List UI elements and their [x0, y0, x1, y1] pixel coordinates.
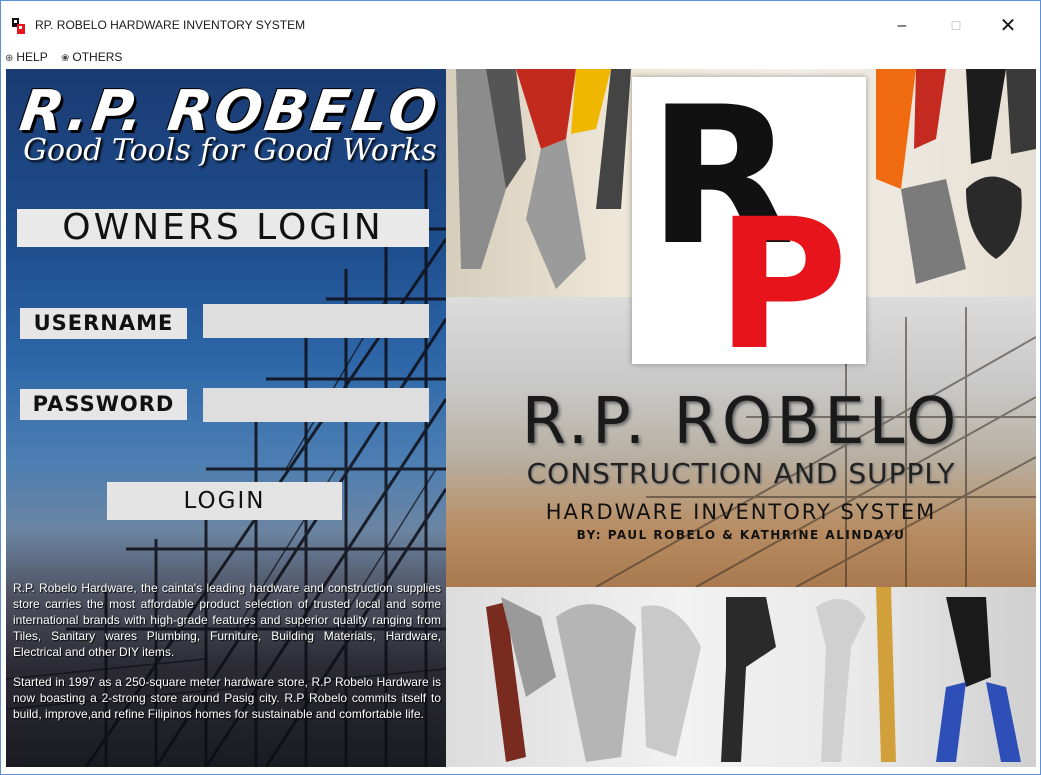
minimize-button[interactable]: – — [879, 11, 925, 41]
username-input[interactable] — [203, 304, 429, 338]
password-input[interactable] — [203, 388, 429, 422]
main-content: R.P. ROBELO Good Tools for Good Works OW… — [6, 69, 1036, 767]
brand-logo: R.P. ROBELO Good Tools for Good Works — [16, 79, 444, 189]
rp-logo-mark: R P — [648, 69, 848, 390]
tools-photo-bottom — [446, 587, 1036, 767]
login-heading: OWNERS LOGIN — [17, 209, 429, 247]
password-label: PASSWORD — [20, 389, 187, 420]
banner-title: R.P. ROBELO — [521, 385, 961, 459]
branding-panel: R.P. ROBELO CONSTRUCTION AND SUPPLY HARD… — [446, 69, 1036, 767]
title-bar[interactable]: RP. ROBELO HARDWARE INVENTORY SYSTEM – ☐… — [1, 1, 1040, 47]
logo-letter-p: P — [716, 181, 848, 364]
help-icon: ⊕ — [5, 53, 14, 64]
menu-bar: ⊕ HELP ❀ OTHERS — [1, 47, 1040, 69]
maximize-button[interactable]: ☐ — [933, 11, 979, 41]
app-window: RP. ROBELO HARDWARE INVENTORY SYSTEM – ☐… — [0, 0, 1041, 775]
window-title: RP. ROBELO HARDWARE INVENTORY SYSTEM — [35, 18, 306, 32]
wrenches-tools-image — [486, 587, 1021, 762]
about-text: R.P. Robelo Hardware, the cainta's leadi… — [13, 580, 441, 722]
banner-subtitle: CONSTRUCTION AND SUPPLY — [526, 457, 956, 490]
banner-credits: BY: PAUL ROBELO & KATHRINE ALINDAYU — [576, 528, 906, 542]
login-panel: R.P. ROBELO Good Tools for Good Works OW… — [6, 69, 446, 767]
about-paragraph: R.P. Robelo Hardware, the cainta's leadi… — [13, 581, 441, 659]
brand-tagline: Good Tools for Good Works — [23, 133, 437, 168]
menu-item-others-label: OTHERS — [72, 50, 123, 64]
menu-item-help-label: HELP — [16, 50, 48, 64]
username-label: USERNAME — [20, 308, 187, 339]
app-logo-icon — [12, 18, 25, 34]
menu-item-help[interactable]: ⊕ HELP — [5, 48, 48, 67]
gear-icon: ❀ — [61, 53, 70, 64]
rp-logo: R P — [632, 69, 866, 390]
menu-item-others[interactable]: ❀ OTHERS — [61, 48, 122, 67]
about-paragraph: Started in 1997 as a 250-square meter ha… — [13, 675, 441, 721]
banner-system-name: HARDWARE INVENTORY SYSTEM — [545, 500, 937, 524]
login-button[interactable]: LOGIN — [107, 482, 342, 520]
close-button[interactable]: ✕ — [985, 11, 1031, 41]
